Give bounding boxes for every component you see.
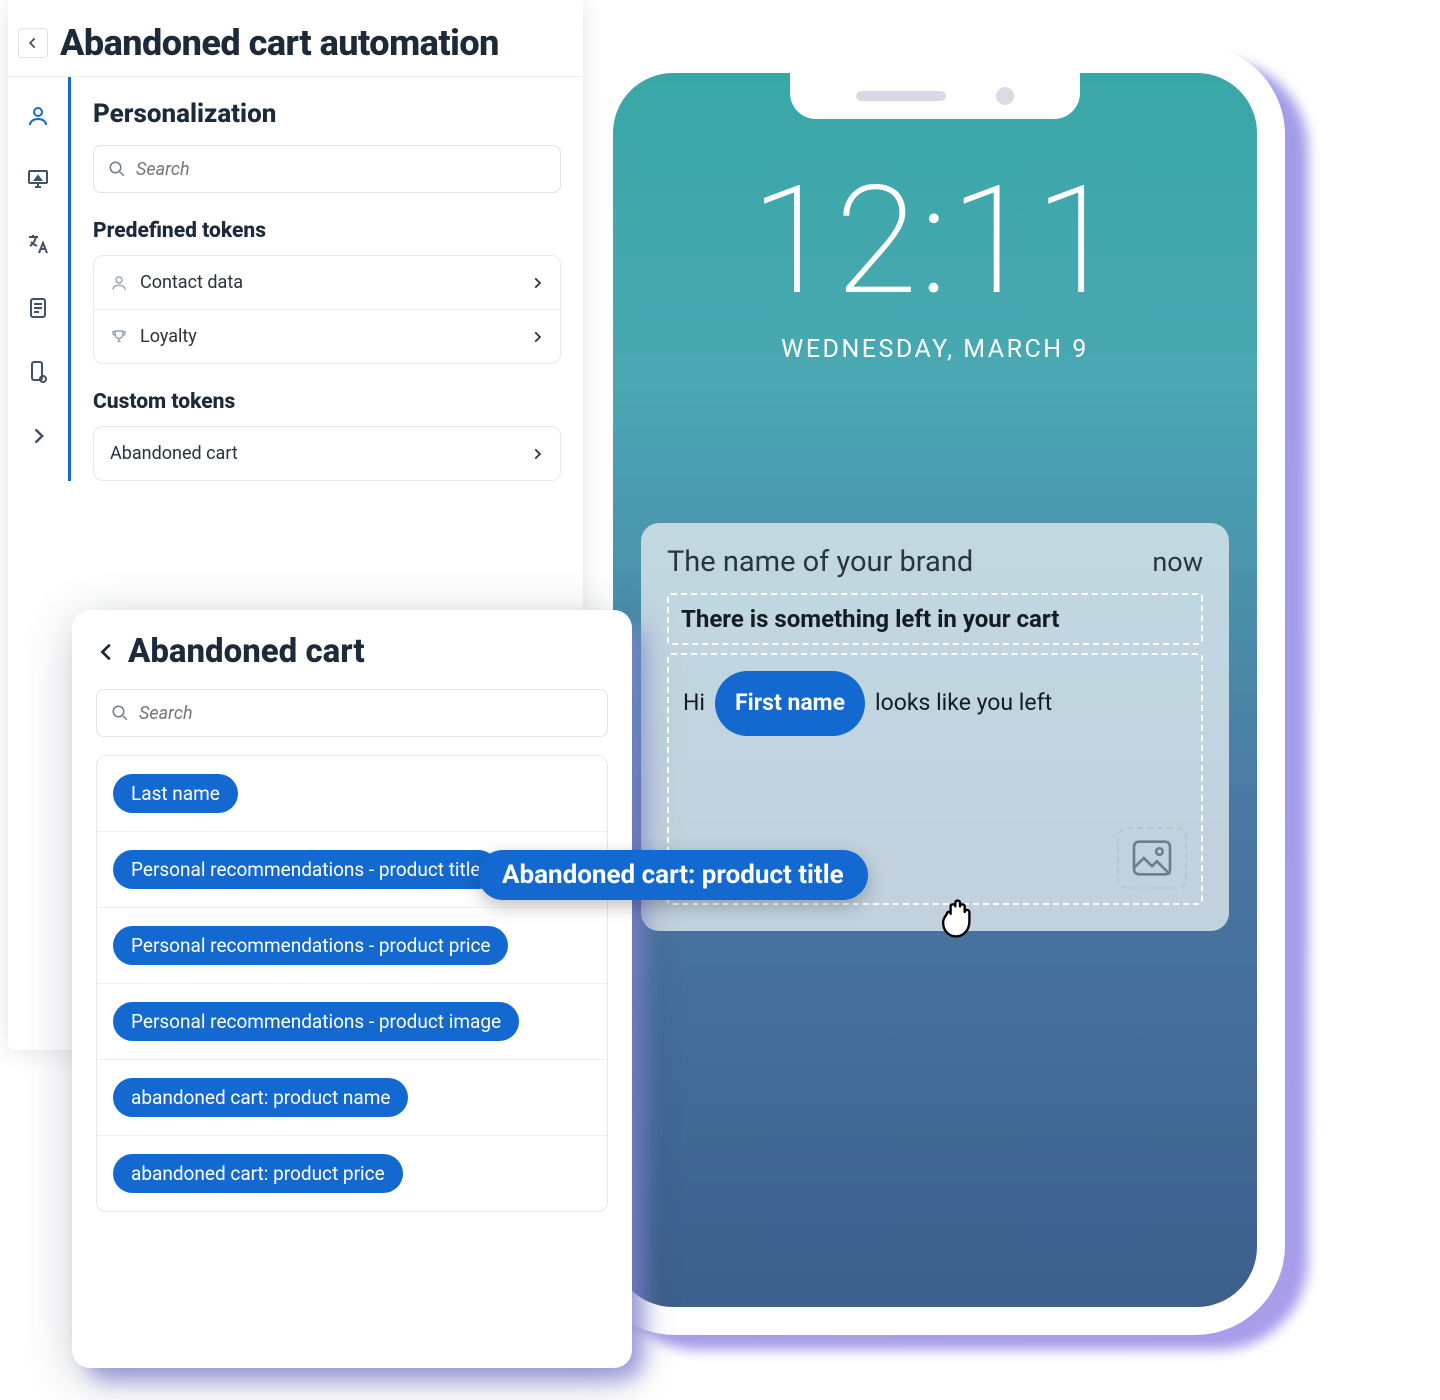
trophy-icon <box>110 328 128 346</box>
chip-row: Personal recommendations - product image <box>97 983 607 1059</box>
custom-label: Abandoned cart <box>110 443 238 464</box>
abandoned-cart-subpanel: Abandoned cart Last name Personal recomm… <box>72 610 632 1368</box>
notification-brand: The name of your brand <box>667 545 973 579</box>
phone-frame: 12:11 WEDNESDAY, MARCH 9 The name of you… <box>585 45 1285 1335</box>
predefined-label: Contact data <box>140 272 243 293</box>
body-text-after-name: looks like you left <box>875 677 1052 730</box>
subpanel-title: Abandoned cart <box>128 632 365 671</box>
chevron-right-icon <box>530 276 544 290</box>
image-icon <box>1132 840 1172 876</box>
notch-camera <box>996 87 1014 105</box>
predefined-label: Loyalty <box>140 326 197 347</box>
custom-heading: Custom tokens <box>93 390 561 414</box>
expand-rail-button[interactable] <box>25 423 51 449</box>
notification-title: There is something left in your cart <box>681 605 1059 633</box>
person-icon[interactable] <box>25 103 51 129</box>
notch-speaker <box>856 91 946 101</box>
custom-token-group: Abandoned cart <box>93 426 561 481</box>
search-icon <box>111 704 129 722</box>
side-content: Personalization Predefined tokens Contac… <box>68 77 583 481</box>
grab-cursor-icon <box>930 882 990 942</box>
lockscreen-date: WEDNESDAY, MARCH 9 <box>613 335 1257 364</box>
icon-rail <box>8 77 68 481</box>
token-first-name[interactable]: First name <box>715 671 865 736</box>
panel-title: Abandoned cart automation <box>60 22 499 64</box>
body-text-hi: Hi <box>683 677 705 730</box>
notification-time: now <box>1152 546 1203 578</box>
chip-row: Last name <box>97 756 607 831</box>
search-icon <box>108 160 126 178</box>
token-chip[interactable]: abandoned cart: product price <box>113 1154 403 1193</box>
token-chip[interactable]: Personal recommendations - product image <box>113 1002 519 1041</box>
predefined-token-group: Contact data Loyalty <box>93 255 561 364</box>
token-chip[interactable]: Personal recommendations - product title <box>113 850 498 889</box>
notification-image-slot[interactable] <box>1117 827 1187 889</box>
display-icon[interactable] <box>25 167 51 193</box>
section-heading: Personalization <box>93 99 561 129</box>
notification-title-slot[interactable]: There is something left in your cart <box>667 593 1203 645</box>
custom-row-abandoned-cart[interactable]: Abandoned cart <box>94 427 560 480</box>
device-settings-icon[interactable] <box>25 359 51 385</box>
token-chip[interactable]: Personal recommendations - product price <box>113 926 508 965</box>
predefined-heading: Predefined tokens <box>93 219 561 243</box>
subpanel-back-button[interactable] <box>96 641 118 663</box>
subpanel-search-input[interactable] <box>139 703 593 724</box>
chip-row: abandoned cart: product price <box>97 1135 607 1211</box>
subpanel-search-wrapper[interactable] <box>96 689 608 737</box>
dragging-token[interactable]: Abandoned cart: product title <box>478 850 868 900</box>
phone-notch <box>790 73 1080 119</box>
panel-header: Abandoned cart automation <box>8 0 583 77</box>
back-button[interactable] <box>18 28 48 58</box>
token-chip-list: Last name Personal recommendations - pro… <box>96 755 608 1212</box>
chevron-right-icon <box>530 447 544 461</box>
chip-row: abandoned cart: product name <box>97 1059 607 1135</box>
translate-icon[interactable] <box>25 231 51 257</box>
search-input-wrapper[interactable] <box>93 145 561 193</box>
panel-body: Personalization Predefined tokens Contac… <box>8 77 583 481</box>
lockscreen-time: 12:11 <box>613 163 1257 321</box>
token-chip[interactable]: abandoned cart: product name <box>113 1078 408 1117</box>
person-outline-icon <box>110 274 128 292</box>
predefined-row-loyalty[interactable]: Loyalty <box>94 309 560 363</box>
dragging-token-wrapper: Abandoned cart: product title <box>478 850 868 900</box>
chip-row: Personal recommendations - product price <box>97 907 607 983</box>
token-chip[interactable]: Last name <box>113 774 238 813</box>
form-icon[interactable] <box>25 295 51 321</box>
chevron-right-icon <box>530 330 544 344</box>
chevron-left-icon <box>26 36 40 50</box>
search-input[interactable] <box>136 159 546 180</box>
notification-header: The name of your brand now <box>667 545 1203 579</box>
chevron-left-icon <box>96 641 118 663</box>
predefined-row-contact-data[interactable]: Contact data <box>94 256 560 309</box>
phone-screen: 12:11 WEDNESDAY, MARCH 9 The name of you… <box>613 73 1257 1307</box>
subpanel-header: Abandoned cart <box>96 632 608 671</box>
